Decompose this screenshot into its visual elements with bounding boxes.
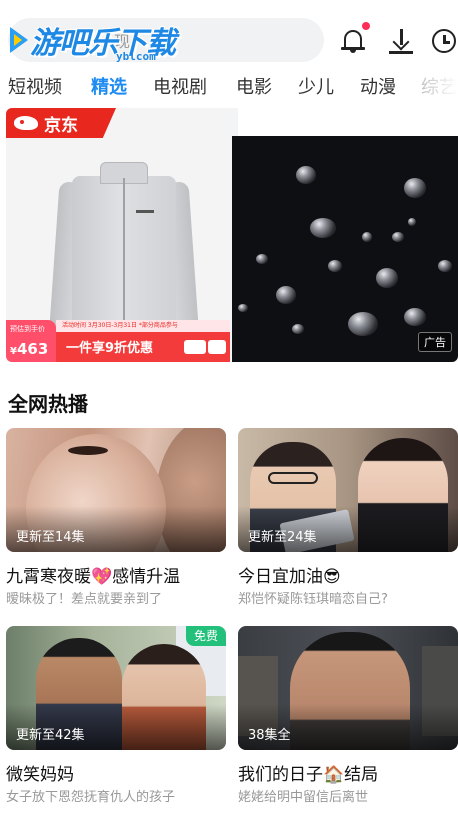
price-value: 463: [16, 340, 49, 358]
tab-short-video[interactable]: 短视频: [8, 74, 62, 102]
video-title[interactable]: 我们的日子🏠结局: [238, 760, 378, 785]
tab-movies[interactable]: 电影: [236, 74, 272, 102]
top-bar: 现 游吧乐下载 yblcom: [0, 0, 458, 72]
clock-icon[interactable]: [430, 26, 458, 56]
video-title[interactable]: 微笑妈妈: [6, 760, 74, 785]
tab-tv-series[interactable]: 电视剧: [153, 74, 207, 102]
video-subtitle: 姥姥给明中留信后离世: [238, 790, 369, 805]
category-tabs: 短视频 精选 电视剧 电影 少儿 动漫 综艺: [0, 74, 458, 104]
episode-status: 38集全: [248, 728, 291, 743]
promo-text: 一件享9折优惠: [66, 341, 154, 356]
ad-banner[interactable]: 预估到手价 ¥463 活动时间 3月30日-3月31日 *部分商品参与 一件享9…: [6, 108, 458, 362]
tab-featured[interactable]: 精选: [91, 74, 127, 102]
episode-status: 更新至42集: [16, 728, 85, 743]
video-thumbnail[interactable]: 更新至42集 免费: [6, 626, 226, 750]
video-title[interactable]: 今日宜加油😎: [238, 562, 341, 587]
jd-brand-badge: 京东: [6, 108, 116, 138]
watermark-domain: yblcom: [116, 50, 156, 63]
brand-name: 京东: [44, 116, 78, 136]
video-subtitle: 郑恺怀疑陈钰琪暗恋自己?: [238, 592, 388, 607]
video-subtitle: 暧昧极了！差点就要亲到了: [6, 592, 163, 607]
video-thumbnail[interactable]: 更新至14集: [6, 428, 226, 552]
promo-small-text: 活动时间 3月30日-3月31日 *部分商品参与: [56, 320, 230, 332]
ad-price-bar: 预估到手价 ¥463 活动时间 3月30日-3月31日 *部分商品参与 一件享9…: [6, 320, 230, 362]
tab-kids[interactable]: 少儿: [298, 74, 334, 102]
free-badge: 免费: [186, 626, 226, 646]
section-title: 全网热播: [8, 392, 88, 416]
jd-logo-icon: [14, 116, 38, 130]
promo-badge-icon: [184, 340, 206, 354]
ad-product-image: 预估到手价 ¥463 活动时间 3月30日-3月31日 *部分商品参与 一件享9…: [6, 108, 230, 362]
notification-dot: [362, 22, 370, 30]
ad-label: 广告: [418, 332, 452, 352]
price-prefix: ¥: [10, 346, 17, 357]
episode-status: 更新至24集: [248, 530, 317, 545]
ad-water-drops-image: 广告: [232, 136, 458, 362]
bell-icon[interactable]: [338, 22, 370, 56]
watermark-logo: 游吧乐下载 yblcom: [8, 14, 198, 64]
video-thumbnail[interactable]: 38集全: [238, 626, 458, 750]
episode-status: 更新至14集: [16, 530, 85, 545]
video-subtitle: 女子放下恩怨抚育仇人的孩子: [6, 790, 176, 805]
price-note: 预估到手价: [10, 325, 45, 333]
download-icon[interactable]: [386, 26, 416, 56]
promo-badge-icon: [208, 340, 226, 354]
video-title[interactable]: 九霄寒夜暖💖感情升温: [6, 562, 180, 587]
video-thumbnail[interactable]: 更新至24集: [238, 428, 458, 552]
tab-anime[interactable]: 动漫: [360, 74, 396, 102]
